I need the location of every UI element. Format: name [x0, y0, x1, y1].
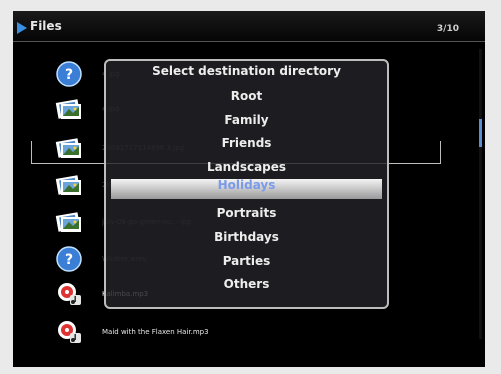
unknown-file-icon: ? [55, 60, 83, 88]
photo-icon [55, 171, 83, 199]
unknown-file-icon: ? [55, 245, 83, 273]
play-icon [17, 22, 27, 34]
music-file-icon [55, 318, 83, 346]
music-file-icon [55, 280, 83, 308]
scrollbar-track[interactable] [479, 49, 482, 339]
header-bar: Files 3/10 [13, 11, 485, 41]
dialog-option[interactable]: Friends [106, 133, 387, 153]
dialog-option[interactable]: Landscapes [106, 157, 387, 177]
dialog-option[interactable]: Family [106, 110, 387, 130]
dialog-option[interactable]: Others [106, 274, 387, 294]
dialog-option[interactable]: Holidays [111, 178, 382, 199]
destination-dialog: Select destination directory Root Family F… [104, 59, 389, 309]
dialog-option[interactable]: Portraits [106, 203, 387, 223]
header-title: Files [30, 19, 62, 33]
photo-icon [55, 95, 83, 123]
svg-text:?: ? [65, 67, 73, 83]
dialog-option[interactable]: Birthdays [106, 227, 387, 247]
photo-icon [55, 208, 83, 236]
header-divider [13, 41, 485, 42]
dialog-title: Select destination directory [152, 64, 341, 78]
dialog-option[interactable]: Parties [106, 251, 387, 271]
media-player-screen: Files 3/10 ?4.jpg4.jpg20091717114896 3.j… [13, 11, 485, 367]
file-name[interactable]: Maid with the Flaxen Hair.mp3 [102, 328, 209, 336]
page-indicator: 3/10 [436, 24, 459, 34]
svg-text:?: ? [65, 252, 73, 268]
scrollbar-thumb[interactable] [479, 119, 482, 147]
dialog-option[interactable]: Root [106, 86, 387, 106]
